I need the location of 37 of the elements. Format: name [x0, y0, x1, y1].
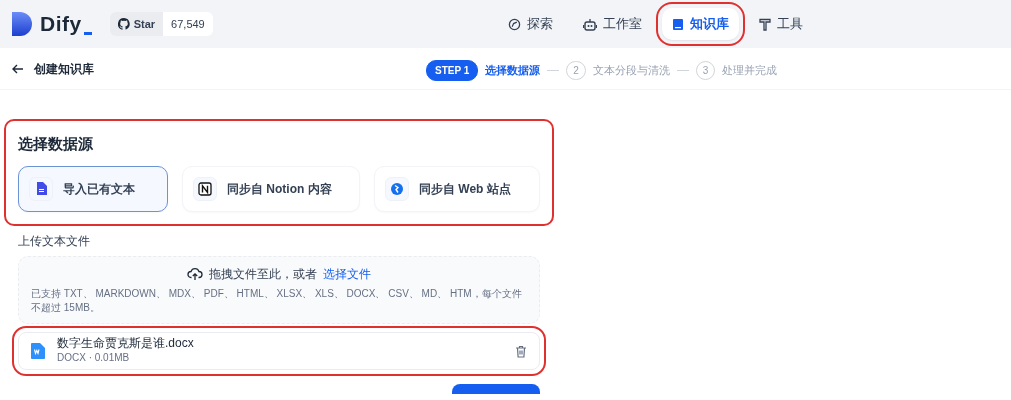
step-badge: STEP 1: [426, 60, 479, 81]
back-arrow-icon: [12, 63, 24, 74]
logo-text: Dify: [40, 11, 82, 38]
nav-tab[interactable]: 工具: [748, 8, 813, 40]
supported-formats-hint: 已支持 TXT、 MARKDOWN、 MDX、 PDF、 HTML、 XLSX、 XLS、 DOCX、 CSV、 MD、 HTM，每个文件不超过 15MB。: [31, 286, 523, 315]
star-count: 67,549: [163, 11, 213, 37]
trash-icon: [515, 344, 527, 358]
robot-icon: [582, 17, 597, 31]
upload-label: 上传文本文件: [18, 232, 91, 250]
source-option[interactable]: 同步自 Notion 内容: [182, 165, 360, 212]
step-label: 文本分段与清洗: [592, 63, 670, 79]
section-title: 选择数据源: [18, 134, 94, 154]
github-icon: [117, 18, 130, 30]
page-title: 创建知识库: [34, 60, 94, 78]
drop-text: 拖拽文件至此，或者: [209, 265, 317, 283]
github-star-button[interactable]: Star: [109, 11, 164, 37]
nav-tab[interactable]: 工作室: [572, 8, 652, 40]
step-label: 处理并完成: [722, 63, 778, 79]
source-option[interactable]: 同步自 Web 站点: [374, 165, 540, 212]
logo-icon: [12, 12, 32, 36]
logo-underscore-icon: [83, 31, 92, 35]
notion-icon: [198, 181, 212, 196]
choose-file-link[interactable]: 选择文件: [323, 264, 371, 283]
file-meta: DOCX · 0.01MB: [57, 351, 131, 366]
step-label: 选择数据源: [485, 63, 541, 79]
back-button[interactable]: [12, 63, 24, 74]
file-name: 数字生命贾克斯是谁.docx: [57, 335, 194, 351]
next-button[interactable]: [452, 383, 540, 394]
word-file-icon: [31, 342, 45, 359]
book-icon: [671, 17, 684, 31]
compass-icon: [507, 17, 521, 31]
globe-icon: [390, 181, 404, 196]
drop-zone[interactable]: 拖拽文件至此，或者 选择文件 已支持 TXT、 MARKDOWN、 MDX、 PDF、 HTML、 XLSX、 XLS、 DOCX、 CSV、 MD、 HTM，每个文件不超过 15MB。: [18, 255, 540, 324]
upload-cloud-icon: [187, 266, 203, 281]
document-icon: [35, 182, 47, 195]
nav-tab[interactable]: 探索: [497, 8, 563, 40]
source-option[interactable]: 导入已有文本: [18, 165, 168, 212]
